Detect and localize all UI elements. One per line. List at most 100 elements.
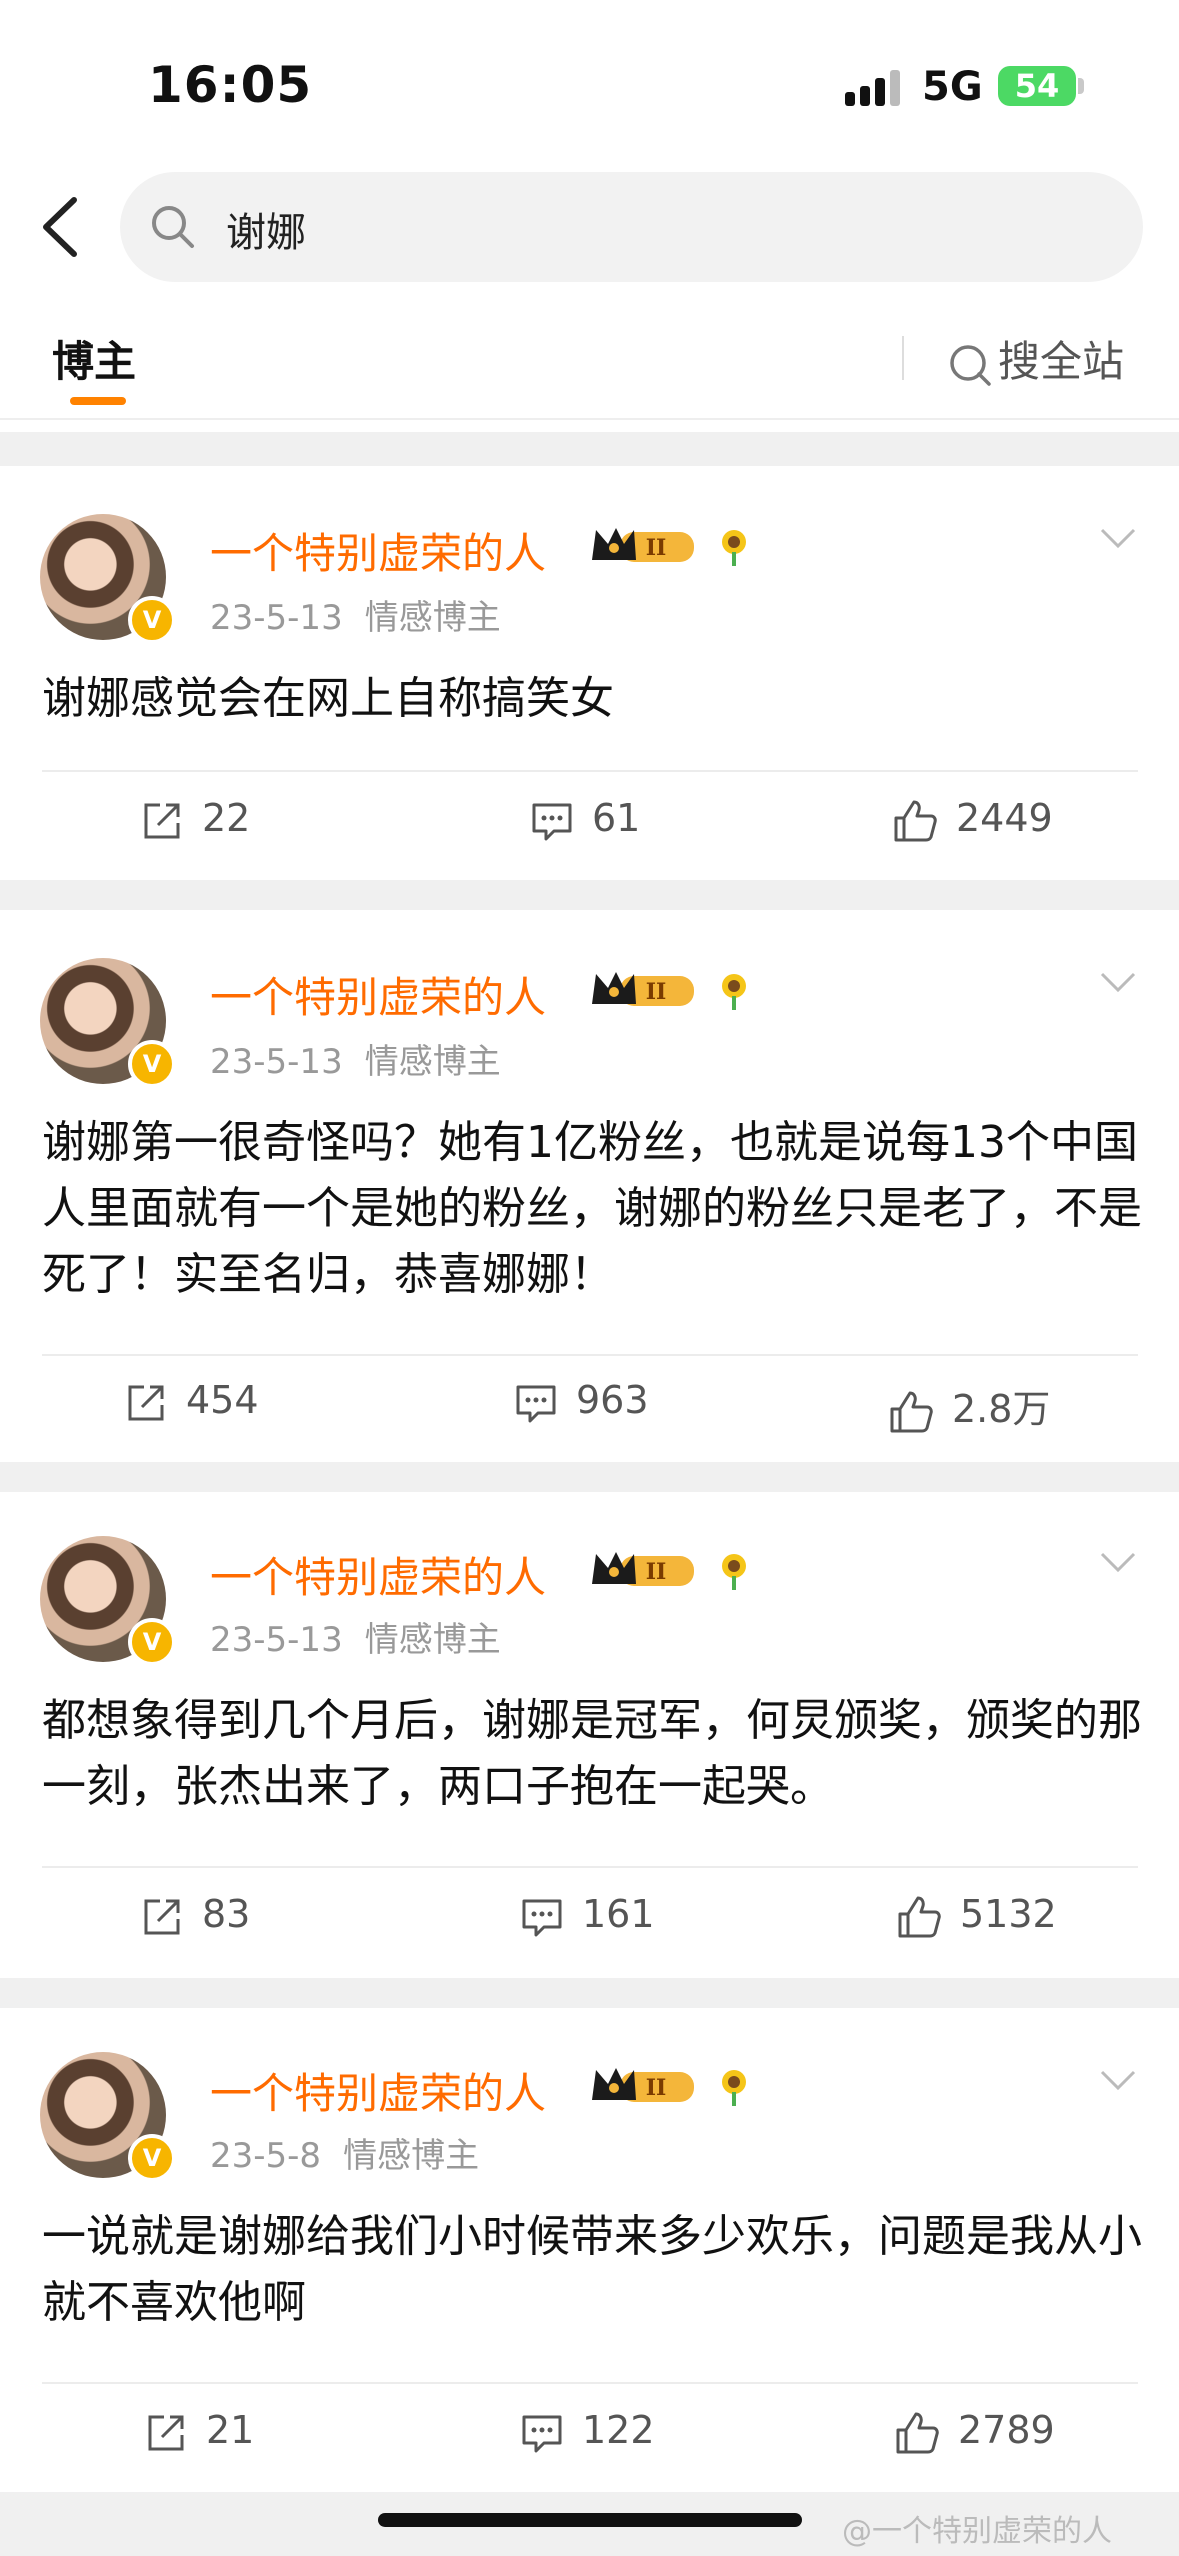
post-meta: 23-5-13 情感博主 — [210, 1612, 501, 1661]
battery-tip-icon — [1078, 78, 1084, 94]
post-meta: 23-5-13 情感博主 — [210, 590, 501, 639]
watermark: @一个特别虚荣的人 — [842, 2514, 1112, 2549]
section-gap — [0, 1978, 1179, 2008]
repost-button[interactable]: 454 — [124, 1378, 259, 1425]
thumbs-up-icon — [898, 1896, 941, 1937]
battery-level: 54 — [1014, 67, 1060, 105]
like-count: 2789 — [958, 2408, 1055, 2452]
user-tag: 情感博主 — [364, 1620, 501, 1660]
svg-text:II: II — [646, 2075, 667, 2101]
like-button[interactable]: 2.8万 — [888, 1378, 1050, 1435]
post-divider — [42, 1866, 1138, 1868]
username[interactable]: 一个特别虚荣的人 — [210, 964, 546, 1025]
like-count: 2.8万 — [952, 1387, 1051, 1431]
repost-button[interactable]: 21 — [144, 2408, 254, 2455]
like-button[interactable]: 5132 — [896, 1892, 1057, 1940]
username[interactable]: 一个特别虚荣的人 — [210, 2060, 546, 2121]
verified-badge-icon: V — [128, 596, 176, 644]
repost-icon — [128, 1385, 164, 1420]
sunflower-icon — [722, 974, 746, 1010]
svg-text:II: II — [646, 1559, 667, 1585]
verified-badge-icon: V — [128, 2134, 176, 2182]
post-date: 23-5-13 — [210, 1042, 343, 1082]
comment-button[interactable]: 122 — [520, 2408, 655, 2455]
post-date: 23-5-8 — [210, 2136, 322, 2176]
vip-crown-icon: II — [592, 528, 694, 562]
chevron-down-icon[interactable] — [1098, 526, 1138, 552]
comment-button[interactable]: 161 — [520, 1892, 655, 1939]
repost-icon — [148, 2415, 184, 2450]
comment-count: 161 — [582, 1892, 655, 1936]
repost-icon — [144, 803, 180, 838]
chevron-down-icon[interactable] — [1098, 970, 1138, 996]
comment-icon — [532, 803, 572, 840]
like-count: 2449 — [956, 796, 1053, 840]
post-text: 一说就是谢娜给我们小时候带来多少欢乐，问题是我从小就不喜欢他啊 — [42, 2211, 1142, 2328]
post-text: 谢娜感觉会在网上自称搞笑女 — [42, 673, 614, 724]
post-meta: 23-5-8 情感博主 — [210, 2128, 479, 2177]
vip-crown-icon: II — [592, 972, 694, 1006]
search-all-button[interactable]: 搜全站 — [948, 328, 1124, 389]
like-count: 5132 — [960, 1892, 1057, 1936]
network-type: 5G — [922, 64, 983, 110]
repost-count: 21 — [206, 2408, 255, 2452]
repost-icon — [144, 1899, 180, 1934]
chevron-down-icon[interactable] — [1098, 1550, 1138, 1576]
svg-text:II: II — [646, 979, 667, 1005]
comment-button[interactable]: 963 — [514, 1378, 649, 1425]
repost-button[interactable]: 22 — [140, 796, 250, 843]
post-text: 谢娜第一很奇怪吗？她有1亿粉丝，也就是说每13个中国人里面就有一个是她的粉丝，谢… — [42, 1117, 1142, 1300]
svg-text:II: II — [646, 535, 667, 561]
user-tag: 情感博主 — [364, 1042, 501, 1082]
section-gap — [0, 880, 1179, 910]
username[interactable]: 一个特别虚荣的人 — [210, 1544, 546, 1605]
post-text: 都想象得到几个月后，谢娜是冠军，何炅颁奖，颁奖的那一刻，张杰出来了，两口子抱在一… — [42, 1695, 1142, 1812]
thumbs-up-icon — [896, 2412, 939, 2453]
sunflower-icon — [722, 2070, 746, 2106]
verified-badge-icon: V — [128, 1618, 176, 1666]
tab-blogger[interactable]: 博主 — [52, 328, 136, 389]
header-divider — [0, 418, 1179, 420]
search-input[interactable]: 谢娜 — [120, 172, 1143, 282]
section-gap — [0, 1462, 1179, 1492]
battery-indicator: 54 — [998, 66, 1076, 106]
comment-icon — [522, 2415, 562, 2452]
search-query: 谢娜 — [226, 210, 306, 256]
status-time: 16:05 — [148, 56, 313, 114]
post-divider — [42, 1354, 1138, 1356]
search-all-label: 搜全站 — [998, 337, 1125, 386]
comment-count: 122 — [582, 2408, 655, 2452]
signal-icon — [845, 70, 903, 106]
post-card[interactable]: V 一个特别虚荣的人 II 23-5-13 情感博主 都想象得到几个月后，谢娜是冠… — [0, 1492, 1179, 1978]
back-arrow-icon[interactable] — [32, 192, 92, 262]
comment-button[interactable]: 61 — [530, 796, 640, 843]
comment-count: 61 — [592, 796, 641, 840]
post-divider — [42, 2382, 1138, 2384]
search-icon — [152, 206, 194, 248]
like-button[interactable]: 2449 — [892, 796, 1053, 844]
verified-badge-icon: V — [128, 1040, 176, 1088]
tab-divider — [902, 336, 904, 380]
section-gap — [0, 432, 1179, 466]
vip-crown-icon: II — [592, 2068, 694, 2102]
search-all-icon — [950, 344, 991, 386]
comment-icon — [516, 1385, 556, 1422]
comment-icon — [522, 1899, 562, 1936]
thumbs-up-icon — [894, 800, 937, 841]
repost-count: 22 — [202, 796, 251, 840]
status-bar: 16:05 5G 54 — [0, 0, 1179, 170]
user-tag: 情感博主 — [343, 2136, 480, 2176]
sunflower-icon — [722, 1554, 746, 1590]
username[interactable]: 一个特别虚荣的人 — [210, 520, 546, 581]
post-card[interactable]: V 一个特别虚荣的人 II 23-5-13 情感博主 谢娜感觉会在网上自称搞笑女 … — [0, 466, 1179, 880]
chevron-down-icon[interactable] — [1098, 2068, 1138, 2094]
post-card[interactable]: V 一个特别虚荣的人 II 23-5-8 情感博主 一说就是谢娜给我们小时候带来多… — [0, 2008, 1179, 2492]
user-tag: 情感博主 — [364, 598, 501, 638]
comment-count: 963 — [576, 1378, 649, 1422]
post-meta: 23-5-13 情感博主 — [210, 1034, 501, 1083]
like-button[interactable]: 2789 — [894, 2408, 1055, 2456]
repost-button[interactable]: 83 — [140, 1892, 250, 1939]
post-divider — [42, 770, 1138, 772]
post-card[interactable]: V 一个特别虚荣的人 II 23-5-13 情感博主 谢娜第一很奇怪吗？她有1亿粉… — [0, 910, 1179, 1462]
home-indicator[interactable] — [378, 2513, 802, 2527]
